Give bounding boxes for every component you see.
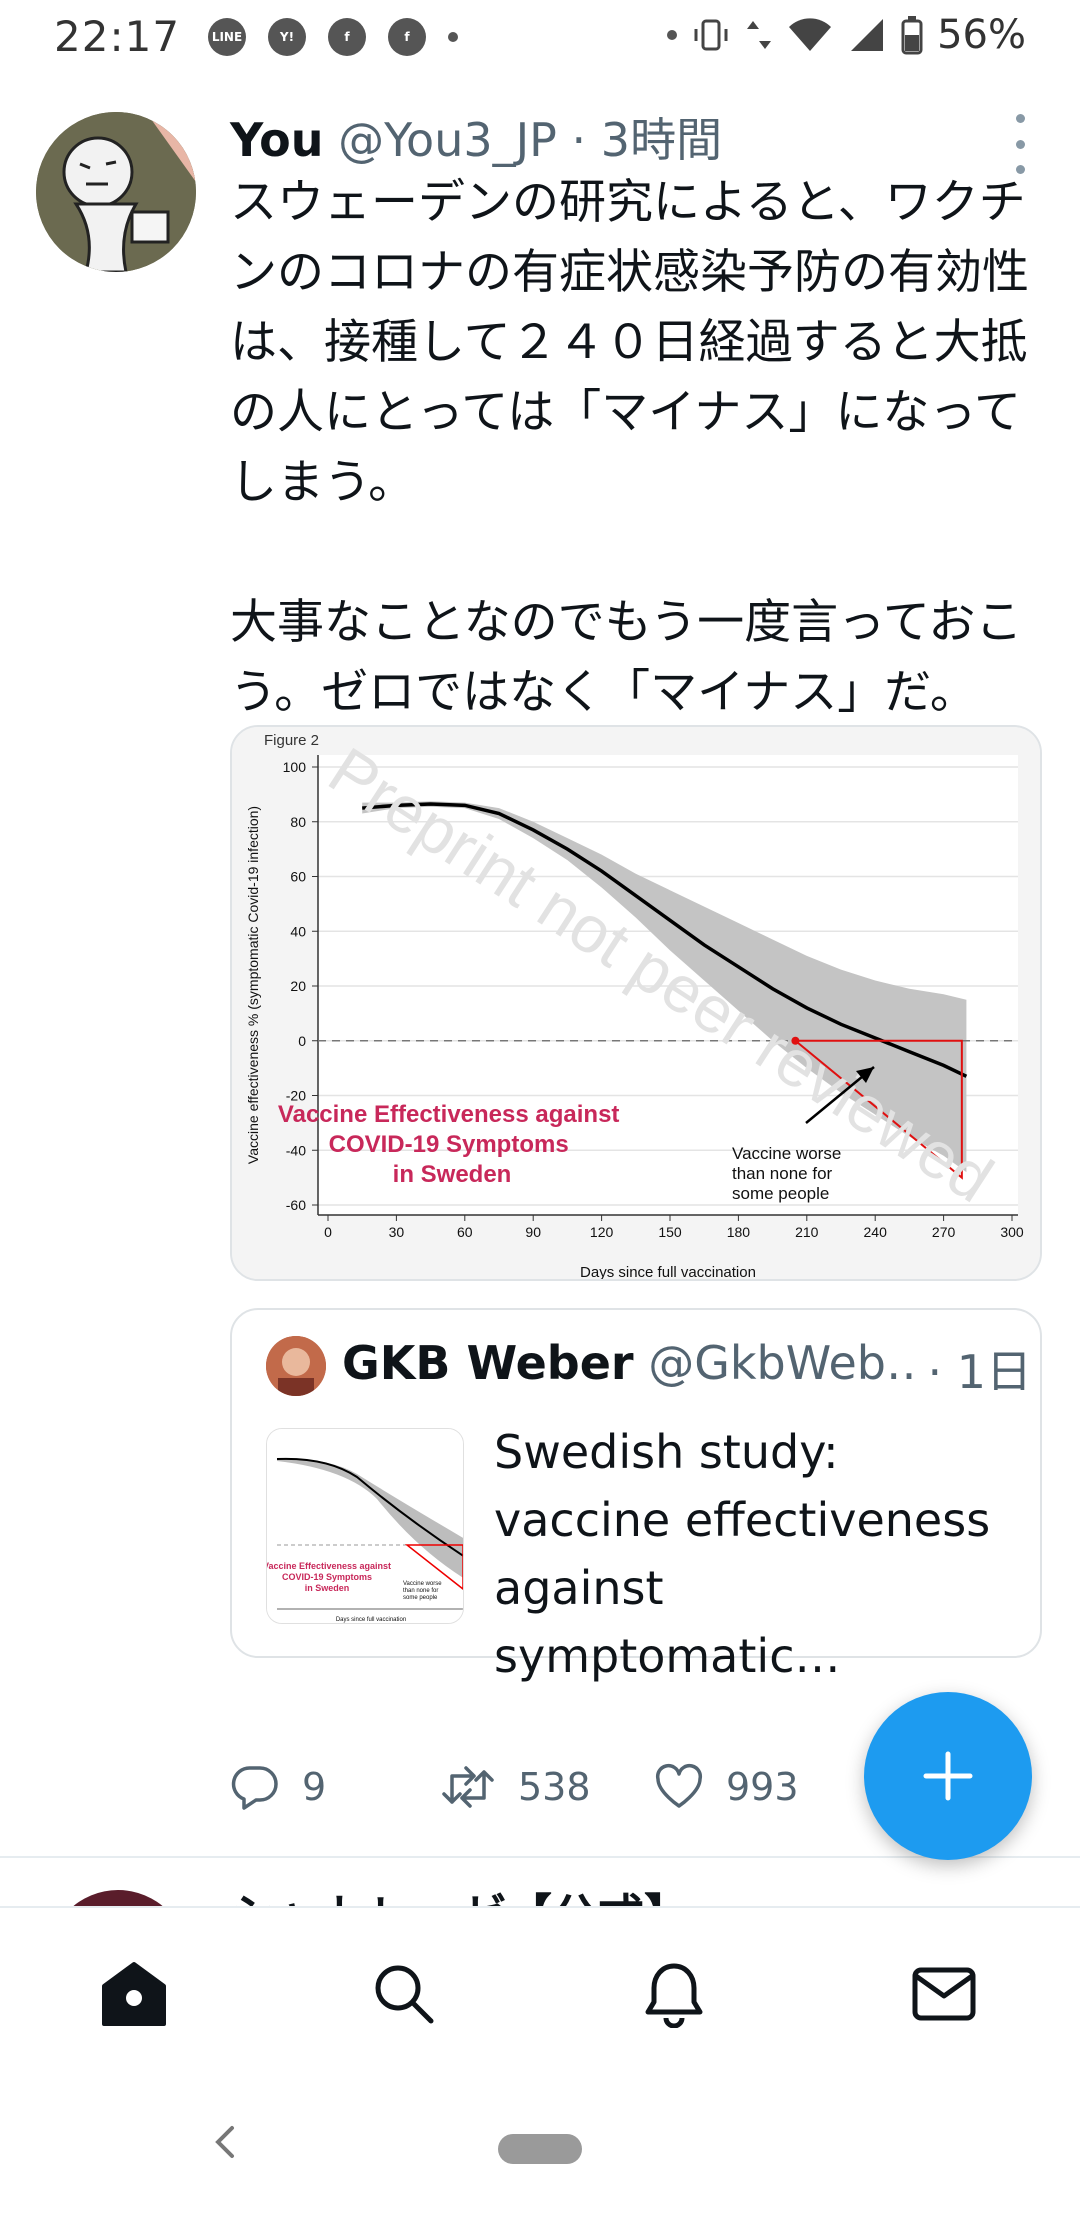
- battery-percent: 56%: [937, 12, 1026, 58]
- system-status: 56%: [667, 12, 1026, 58]
- tweet-header: You @You3_JP · 3時間: [230, 104, 722, 170]
- vibrate-icon: [694, 19, 728, 51]
- tweet-image[interactable]: Figure 2 0 30 60 90 120 150 180 210 240 270 300 10…: [230, 725, 1042, 1281]
- tweet-text: スウェーデンの研究によると、ワクチンのコロナの有症状感染予防の有効性は、接種して…: [230, 175, 1029, 720]
- plus-icon: [923, 1751, 973, 1801]
- quoted-author-name: GKB Weber: [342, 1336, 634, 1390]
- svg-text:some people: some people: [403, 1595, 438, 1601]
- home-icon: [102, 1962, 166, 2026]
- x-tick-label: 0: [324, 1224, 332, 1240]
- svg-text:COVID-19 Symptoms: COVID-19 Symptoms: [282, 1572, 372, 1582]
- bottom-navigation: [0, 1906, 1080, 2086]
- quoted-tweet-thumbnail[interactable]: Vaccine Effectiveness against COVID-19 S…: [266, 1428, 464, 1624]
- like-count: 993: [726, 1765, 799, 1809]
- tweet-time[interactable]: 3時間: [601, 113, 722, 167]
- x-tick-label: 180: [727, 1224, 751, 1240]
- effectiveness-chart: Figure 2 0 30 60 90 120 150 180 210 240 270 300 10…: [232, 727, 1040, 1281]
- x-tick-label: 120: [590, 1224, 614, 1240]
- y-axis-label: Vaccine effectiveness % (symptomatic Cov…: [245, 806, 261, 1164]
- y-tick-label: 60: [290, 869, 306, 885]
- home-gesture-bar[interactable]: [498, 2134, 582, 2164]
- x-tick-label: 300: [1000, 1224, 1024, 1240]
- mail-icon: [912, 1967, 976, 2021]
- x-tick-label: 150: [658, 1224, 682, 1240]
- y-tick-label: 20: [290, 978, 306, 994]
- y-tick-label: -40: [286, 1142, 306, 1158]
- quoted-tweet-time: · 1日: [917, 1336, 1032, 1390]
- x-tick-label: 60: [457, 1224, 473, 1240]
- yahoo-app-icon: Y!: [268, 18, 306, 56]
- facebook-app-icon: f: [328, 18, 366, 56]
- x-tick-label: 210: [795, 1224, 819, 1240]
- wifi-icon: [789, 18, 832, 51]
- chart-title: Figure 2: [264, 732, 319, 749]
- system-navigation: [0, 2086, 1080, 2220]
- battery-icon: [901, 16, 923, 55]
- heart-icon: [655, 1764, 703, 1808]
- x-tick-label: 240: [864, 1224, 888, 1240]
- more-options-icon[interactable]: [1010, 114, 1030, 174]
- svg-text:Vaccine worse: Vaccine worse: [403, 1581, 442, 1587]
- retweet-icon: [442, 1766, 494, 1808]
- reply-button[interactable]: 9: [230, 1762, 326, 1812]
- reply-icon: [231, 1766, 278, 1810]
- x-tick-label: 270: [932, 1224, 956, 1240]
- notification-dot-icon: [667, 30, 678, 40]
- compose-tweet-button[interactable]: [864, 1692, 1032, 1860]
- retweet-button[interactable]: 538: [440, 1762, 591, 1812]
- signal-icon: [851, 19, 884, 51]
- nav-home[interactable]: [94, 1954, 174, 2034]
- quoted-tweet-header: GKB Weber @GkbWeb… · 1日: [342, 1336, 1032, 1390]
- status-bar: 22:17 LINE Y! f f 56%: [0, 0, 1080, 74]
- svg-text:in Sweden: in Sweden: [305, 1583, 350, 1593]
- chart-annotation-worse: Vaccine worse than none for some people: [732, 1144, 846, 1203]
- retweet-count: 538: [518, 1765, 591, 1809]
- notification-icons: LINE Y! f f: [208, 18, 458, 56]
- author-name[interactable]: You: [230, 113, 323, 167]
- tweet-actions: 9 538 993: [230, 1762, 850, 1822]
- y-tick-label: -60: [286, 1197, 306, 1213]
- quoted-author-avatar[interactable]: [266, 1336, 326, 1396]
- line-app-icon: LINE: [208, 18, 246, 56]
- status-time: 22:17: [54, 12, 181, 61]
- svg-text:Vaccine Effectiveness against: Vaccine Effectiveness against: [267, 1561, 391, 1571]
- author-handle[interactable]: @You3_JP: [338, 113, 557, 167]
- search-icon: [375, 1965, 434, 2024]
- y-tick-label: 80: [290, 814, 306, 830]
- quoted-tweet[interactable]: GKB Weber @GkbWeb… · 1日 Vaccine Effectiv…: [230, 1308, 1042, 1683]
- nav-search[interactable]: [364, 1954, 444, 2034]
- bell-icon: [645, 1963, 703, 2028]
- tweet-divider: [0, 1856, 1080, 1858]
- x-tick-label: 30: [389, 1224, 405, 1240]
- nav-notifications[interactable]: [634, 1954, 714, 2034]
- nav-messages[interactable]: [904, 1954, 984, 2034]
- svg-text:Days since full vaccination: Days since full vaccination: [336, 1617, 406, 1623]
- author-avatar[interactable]: [36, 112, 196, 272]
- reply-count: 9: [302, 1765, 327, 1809]
- x-axis-label: Days since full vaccination: [580, 1264, 756, 1281]
- svg-text:than none for: than none for: [403, 1588, 438, 1594]
- data-icon: [747, 21, 772, 49]
- quoted-tweet-text: Swedish study: vaccine effectiveness aga…: [494, 1425, 991, 1683]
- more-notifications-icon: [448, 32, 458, 42]
- like-button[interactable]: 993: [654, 1762, 799, 1812]
- back-icon[interactable]: [210, 2122, 240, 2162]
- y-tick-label: 40: [290, 923, 306, 939]
- separator: ·: [571, 113, 587, 167]
- y-tick-label: 100: [283, 759, 307, 775]
- facebook-app-icon: f: [388, 18, 426, 56]
- y-tick-label: 0: [298, 1033, 306, 1049]
- x-tick-label: 90: [525, 1224, 541, 1240]
- quoted-author-handle: @GkbWeb…: [648, 1336, 932, 1390]
